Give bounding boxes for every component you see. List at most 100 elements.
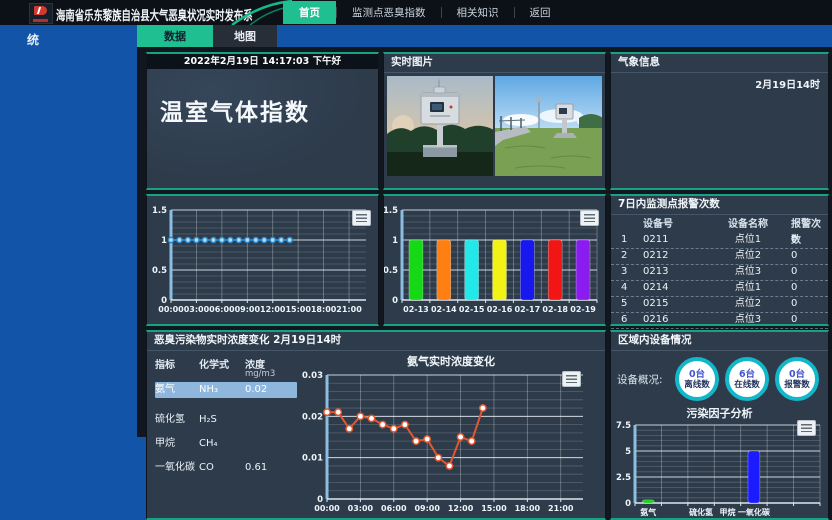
svg-text:0: 0 bbox=[625, 499, 631, 509]
app-title-wrapped-char: 统 bbox=[27, 31, 39, 48]
svg-text:18:00: 18:00 bbox=[515, 504, 541, 513]
device-stat-1: 0台离线数 bbox=[675, 357, 719, 401]
svg-text:03:00: 03:00 bbox=[184, 305, 210, 314]
stat-label: 在线数 bbox=[734, 380, 760, 390]
weather-timestamp: 2月19日14时 bbox=[611, 73, 828, 91]
svg-text:0.01: 0.01 bbox=[302, 454, 323, 464]
factor-analysis-title: 污染因子分析 bbox=[611, 405, 828, 419]
stat-label: 离线数 bbox=[684, 380, 710, 390]
panel-greenhouse-index: 2022年2月19日 14:17:03 下午好 温室气体指数 bbox=[146, 52, 379, 190]
svg-text:1: 1 bbox=[161, 236, 167, 246]
svg-text:02-19: 02-19 bbox=[570, 305, 596, 314]
chart-toolbox-icon[interactable] bbox=[797, 420, 816, 436]
devices-overview-label: 设备概况: bbox=[617, 372, 669, 387]
logo-glyph bbox=[34, 6, 47, 15]
datetime-bar: 2022年2月19日 14:17:03 下午好 bbox=[147, 54, 378, 69]
tab-data[interactable]: 数据 bbox=[137, 25, 213, 47]
alarm-table-row: 20212点位20 bbox=[611, 249, 828, 265]
panel-7day-alarms: 7日内监测点报警次数 设备号 设备名称 报警次数 10211点位1020212点… bbox=[610, 194, 829, 326]
chart-toolbox-icon[interactable] bbox=[352, 210, 371, 226]
svg-text:06:00: 06:00 bbox=[381, 504, 407, 513]
alarms-table-body: 10211点位1020212点位2030213点位3040214点位105021… bbox=[611, 233, 828, 329]
svg-text:0.03: 0.03 bbox=[302, 371, 323, 381]
pollutants-body: 指标 化学式 浓度 mg/m3 氨气NH₃0.02 硫化氢H₂S 甲烷CH₄ 一氧化碳… bbox=[147, 351, 605, 520]
nav-item-1[interactable]: 首页 bbox=[283, 1, 336, 24]
nav-item-4[interactable]: 返回 bbox=[515, 0, 566, 25]
panel-odor-pollutants: 恶臭污染物实时浓度变化 2月19日14时 指标 化学式 浓度 mg/m3 氨气N… bbox=[146, 330, 606, 520]
svg-text:15:00: 15:00 bbox=[285, 305, 311, 314]
pollutants-table-body: 氨气NH₃0.02 硫化氢H₂S 甲烷CH₄ 一氧化碳CO0.61 bbox=[155, 382, 297, 476]
stat-value: 0台 bbox=[689, 369, 705, 380]
svg-text:21:00: 21:00 bbox=[336, 305, 362, 314]
alarm-table-row: 30213点位30 bbox=[611, 265, 828, 281]
svg-text:06:00: 06:00 bbox=[209, 305, 235, 314]
greeting-body: 温室气体指数 bbox=[147, 69, 378, 188]
nav-item-3[interactable]: 相关知识 bbox=[442, 0, 514, 25]
svg-text:00:00: 00:00 bbox=[158, 305, 184, 314]
svg-text:02-14: 02-14 bbox=[431, 305, 457, 314]
svg-text:0: 0 bbox=[392, 296, 398, 306]
svg-text:03:00: 03:00 bbox=[348, 504, 374, 513]
alarm-table-row: 50215点位20 bbox=[611, 297, 828, 313]
svg-text:7.5: 7.5 bbox=[616, 421, 631, 431]
svg-text:12:00: 12:00 bbox=[260, 305, 286, 314]
svg-text:甲烷: 甲烷 bbox=[720, 507, 736, 517]
svg-text:09:00: 09:00 bbox=[414, 504, 440, 513]
svg-text:02-16: 02-16 bbox=[487, 305, 513, 314]
unit-label: mg/m3 bbox=[245, 369, 289, 380]
panel-index-trend-chart: 00.511.500:0003:0006:0009:0012:0015:0018… bbox=[146, 194, 379, 326]
factor-analysis-chart: 02.557.5氨气硫化氢甲烷一氧化碳 bbox=[611, 419, 828, 520]
alarms-title: 7日内监测点报警次数 bbox=[611, 196, 828, 215]
pollutants-table-header: 指标 化学式 浓度 bbox=[155, 356, 297, 369]
photo-monitoring-station-1 bbox=[387, 76, 493, 176]
svg-text:1.5: 1.5 bbox=[384, 206, 398, 216]
svg-text:0.5: 0.5 bbox=[152, 266, 167, 276]
nh3-trend-chart: 00.010.020.0300:0003:0006:0009:0012:0015… bbox=[297, 367, 605, 519]
svg-text:21:00: 21:00 bbox=[548, 504, 574, 513]
nh3-chart-area: 氨气实时浓度变化 00.010.020.0300:0003:0006:0009:… bbox=[297, 351, 605, 520]
svg-text:1: 1 bbox=[392, 236, 398, 246]
svg-text:18:00: 18:00 bbox=[311, 305, 337, 314]
alarm-table-row: 60216点位30 bbox=[611, 313, 828, 329]
chart-toolbox-icon[interactable] bbox=[562, 371, 581, 387]
devices-overview: 设备概况: 0台离线数6台在线数0台报警数 bbox=[611, 351, 828, 405]
weather-title: 气象信息 bbox=[611, 54, 828, 73]
svg-text:02-17: 02-17 bbox=[515, 305, 541, 314]
index-trend-chart: 00.511.500:0003:0006:0009:0012:0015:0018… bbox=[147, 196, 378, 322]
svg-text:15:00: 15:00 bbox=[481, 504, 507, 513]
svg-text:02-18: 02-18 bbox=[542, 305, 568, 314]
background-notch bbox=[137, 437, 146, 520]
pollutants-unit-row: mg/m3 bbox=[155, 369, 297, 380]
svg-text:00:00: 00:00 bbox=[314, 504, 340, 513]
svg-text:12:00: 12:00 bbox=[448, 504, 474, 513]
live-photos-title: 实时图片 bbox=[384, 54, 605, 73]
stat-label: 报警数 bbox=[784, 380, 810, 390]
pollutant-row[interactable]: 氨气NH₃0.02 bbox=[155, 382, 297, 398]
device-stat-circles: 0台离线数6台在线数0台报警数 bbox=[669, 357, 819, 401]
stat-value: 0台 bbox=[789, 369, 805, 380]
chart-toolbox-icon[interactable] bbox=[580, 210, 599, 226]
svg-text:02-15: 02-15 bbox=[459, 305, 485, 314]
svg-text:硫化氢: 硫化氢 bbox=[689, 507, 713, 517]
alarms-table-header: 设备号 设备名称 报警次数 bbox=[611, 217, 828, 233]
pollutant-row[interactable]: 甲烷CH₄ bbox=[155, 436, 297, 452]
alarm-table-row: 40214点位10 bbox=[611, 281, 828, 297]
stat-value: 6台 bbox=[739, 369, 755, 380]
nh3-chart-title: 氨气实时浓度变化 bbox=[297, 353, 605, 367]
top-bar: 海南省乐东黎族自治县大气恶臭状况实时发布系 首页监测点恶臭指数相关知识返回 bbox=[0, 0, 832, 25]
panel-weather-info: 气象信息 2月19日14时 bbox=[610, 52, 829, 190]
alarm-table-row: 10211点位10 bbox=[611, 233, 828, 249]
device-stat-2: 6台在线数 bbox=[725, 357, 769, 401]
svg-text:02-13: 02-13 bbox=[403, 305, 429, 314]
svg-text:0.5: 0.5 bbox=[384, 266, 398, 276]
nav-item-2[interactable]: 监测点恶臭指数 bbox=[337, 0, 441, 25]
devices-title: 区域内设备情况 bbox=[611, 332, 828, 351]
svg-text:09:00: 09:00 bbox=[235, 305, 261, 314]
pollutant-row[interactable]: 一氧化碳CO0.61 bbox=[155, 460, 297, 476]
svg-text:0.02: 0.02 bbox=[302, 412, 323, 422]
tab-map[interactable]: 地图 bbox=[213, 25, 277, 47]
pollutant-row[interactable]: 硫化氢H₂S bbox=[155, 412, 297, 428]
photo-monitoring-station-2 bbox=[495, 76, 602, 176]
pollutants-title: 恶臭污染物实时浓度变化 2月19日14时 bbox=[147, 332, 605, 351]
svg-text:5: 5 bbox=[625, 447, 631, 457]
